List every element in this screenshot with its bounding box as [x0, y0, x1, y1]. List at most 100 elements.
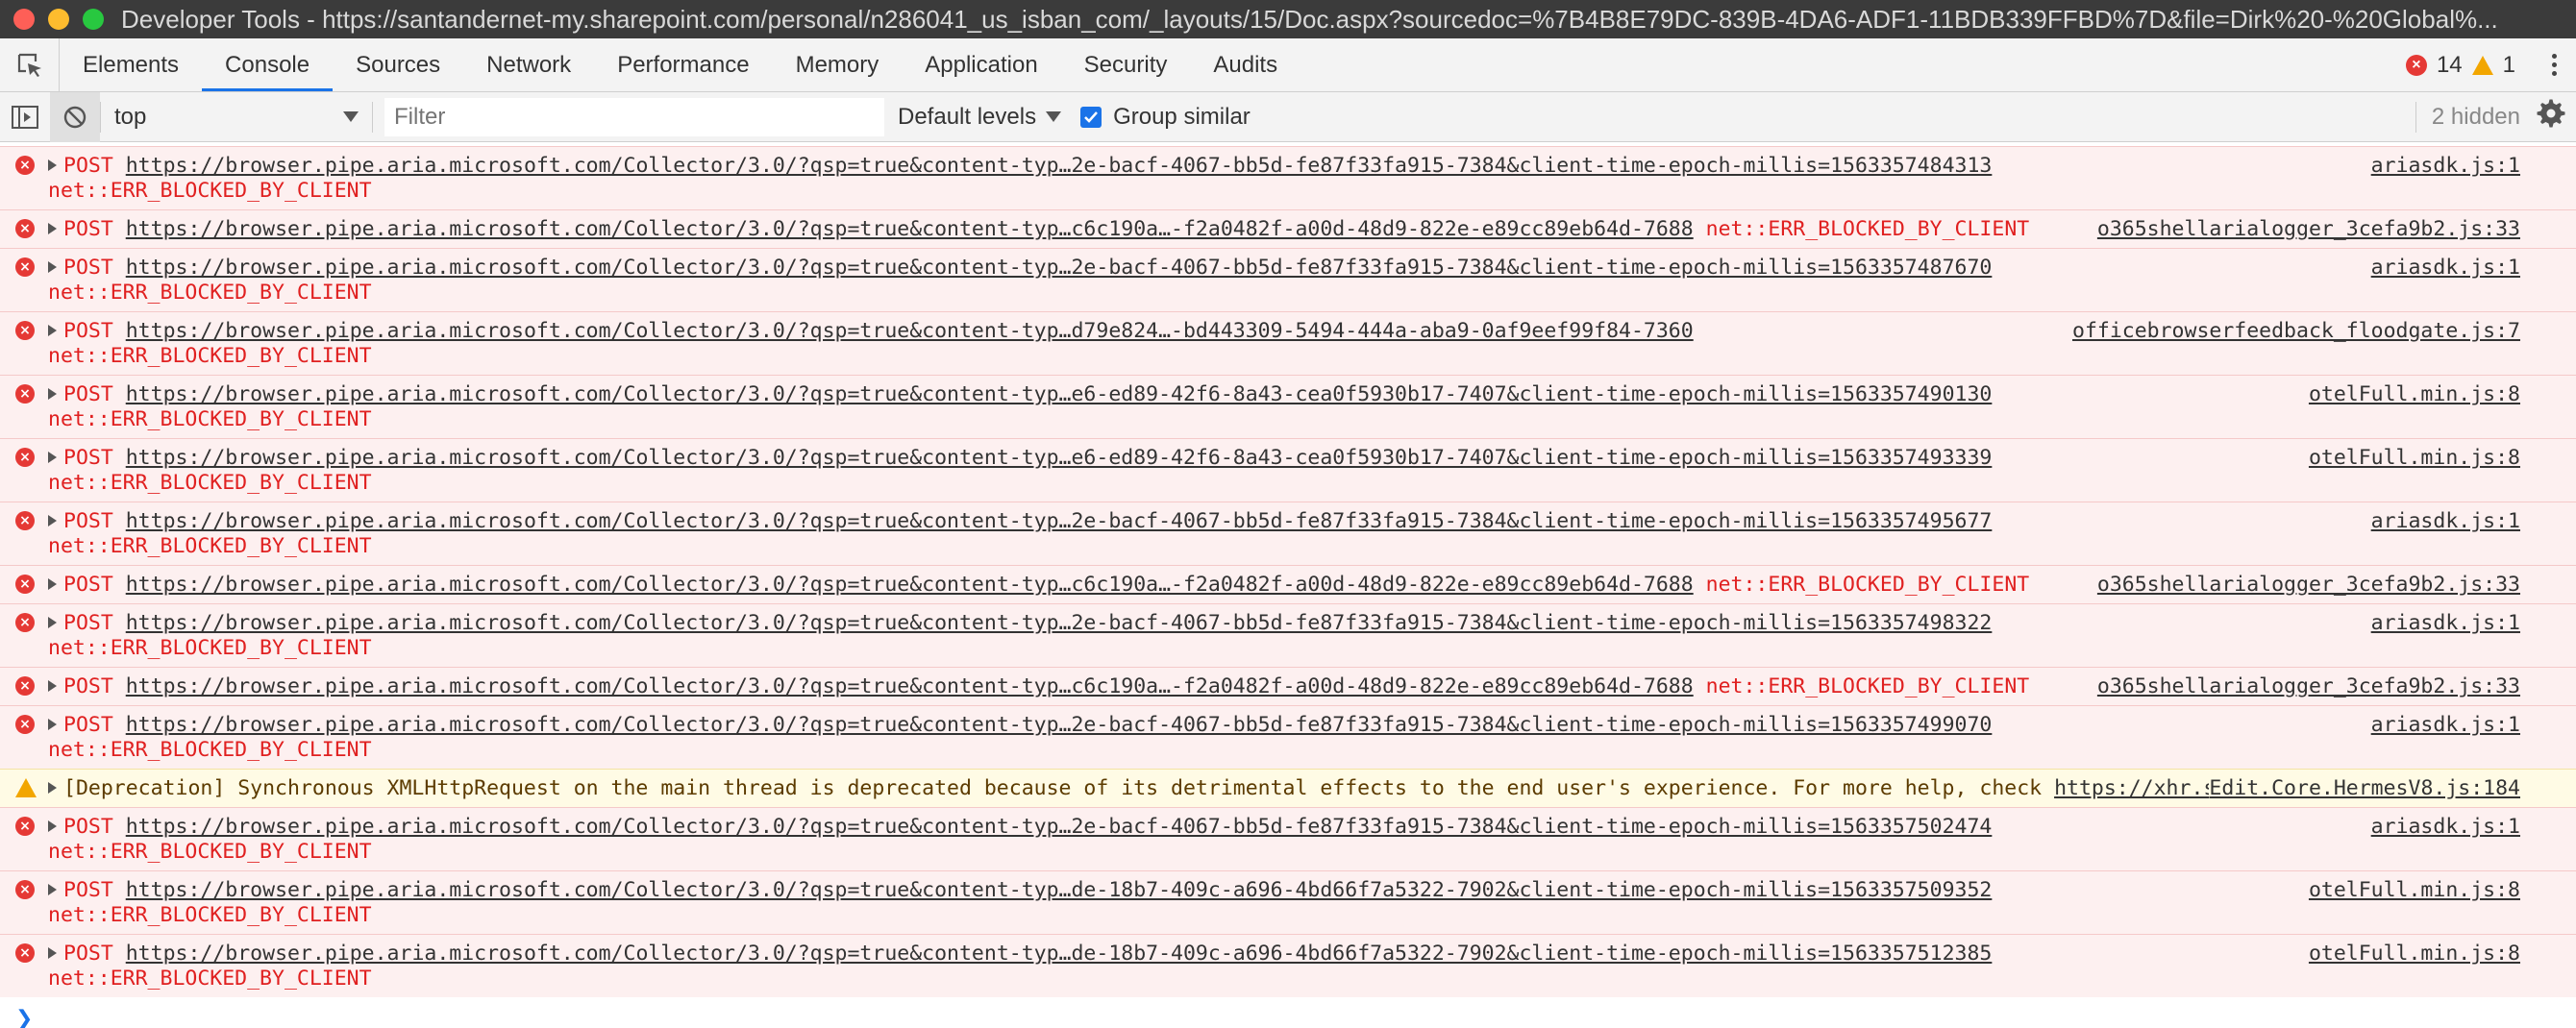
error-icon: × — [15, 321, 35, 340]
log-levels-dropdown[interactable]: Default levels — [898, 104, 1062, 131]
request-url-link[interactable]: https://browser.pipe.aria.microsoft.com/… — [126, 217, 1694, 241]
sidebar-toggle-icon[interactable] — [0, 92, 50, 142]
request-method: POST — [63, 815, 113, 839]
expand-triangle-icon[interactable] — [48, 947, 57, 959]
source-link[interactable]: otelFull.min.js:8 — [2308, 878, 2520, 903]
chevron-down-icon — [343, 111, 359, 122]
request-method: POST — [63, 509, 113, 533]
expand-triangle-icon[interactable] — [48, 617, 57, 628]
console-error-message[interactable]: × POST https://browser.pipe.aria.microsof… — [0, 934, 2576, 997]
window-titlebar: Developer Tools - https://santandernet-m… — [0, 0, 2576, 38]
hidden-count: 2 hidden — [2431, 103, 2520, 130]
source-link[interactable]: ariasdk.js:1 — [2370, 815, 2520, 840]
tab-audits[interactable]: Audits — [1190, 38, 1300, 91]
request-url-link[interactable]: https://browser.pipe.aria.microsoft.com/… — [126, 319, 1694, 343]
request-url-link[interactable]: https://browser.pipe.aria.microsoft.com/… — [126, 573, 1694, 597]
source-link[interactable]: ariasdk.js:1 — [2370, 713, 2520, 738]
source-link[interactable]: ariasdk.js:1 — [2370, 256, 2520, 281]
expand-triangle-icon[interactable] — [48, 452, 57, 463]
source-link[interactable]: otelFull.min.js:8 — [2308, 446, 2520, 471]
expand-triangle-icon[interactable] — [48, 680, 57, 692]
console-error-message[interactable]: × POST https://browser.pipe.aria.microsof… — [0, 311, 2576, 375]
source-link[interactable]: Edit.Core.HermesV8.js:184 — [2209, 776, 2520, 801]
window-controls — [13, 9, 104, 30]
request-method: POST — [63, 942, 113, 966]
tab-memory[interactable]: Memory — [773, 38, 903, 91]
request-method: POST — [63, 319, 113, 343]
request-url-link[interactable]: https://browser.pipe.aria.microsoft.com/… — [126, 878, 1993, 902]
request-url-link[interactable]: https://browser.pipe.aria.microsoft.com/… — [126, 713, 1993, 737]
console-error-message[interactable]: × POST https://browser.pipe.aria.microsof… — [0, 146, 2576, 209]
console-error-message[interactable]: × POST https://browser.pipe.aria.microsof… — [0, 565, 2576, 603]
expand-triangle-icon[interactable] — [48, 261, 57, 273]
tab-console[interactable]: Console — [202, 38, 334, 91]
source-link[interactable]: ariasdk.js:1 — [2370, 509, 2520, 534]
console-error-message[interactable]: × POST https://browser.pipe.aria.microsof… — [0, 248, 2576, 311]
request-method: POST — [63, 674, 113, 698]
console-error-message[interactable]: × POST https://browser.pipe.aria.microsof… — [0, 870, 2576, 934]
request-url-link[interactable]: https://browser.pipe.aria.microsoft.com/… — [126, 942, 1993, 966]
group-similar-checkbox[interactable] — [1080, 106, 1102, 128]
error-reason: net::ERR_BLOCKED_BY_CLIENT — [48, 281, 372, 305]
expand-triangle-icon[interactable] — [48, 515, 57, 526]
source-link[interactable]: o365shellarialogger_3cefa9b2.js:33 — [2096, 674, 2520, 699]
context-selector[interactable]: top — [101, 98, 372, 136]
request-url-link[interactable]: https://browser.pipe.aria.microsoft.com/… — [126, 815, 1993, 839]
tab-application[interactable]: Application — [902, 38, 1060, 91]
request-url-link[interactable]: https://browser.pipe.aria.microsoft.com/… — [126, 256, 1993, 280]
minimize-window-button[interactable] — [48, 9, 69, 30]
tab-security[interactable]: Security — [1061, 38, 1191, 91]
source-link[interactable]: otelFull.min.js:8 — [2308, 942, 2520, 967]
inspect-element-icon[interactable] — [0, 38, 60, 91]
tab-network[interactable]: Network — [463, 38, 594, 91]
request-url-link[interactable]: https://browser.pipe.aria.microsoft.com/… — [126, 446, 1993, 470]
error-icon: × — [15, 613, 35, 632]
console-error-message[interactable]: × POST https://browser.pipe.aria.microsof… — [0, 209, 2576, 248]
expand-triangle-icon[interactable] — [48, 820, 57, 832]
request-url-link[interactable]: https://browser.pipe.aria.microsoft.com/… — [126, 509, 1993, 533]
gear-icon[interactable] — [2536, 98, 2566, 135]
kebab-menu-icon[interactable] — [2552, 54, 2557, 76]
expand-triangle-icon[interactable] — [48, 884, 57, 895]
error-count: 14 — [2436, 51, 2463, 78]
console-warning-message[interactable]: [Deprecation] Synchronous XMLHttpRequest… — [0, 769, 2576, 807]
source-link[interactable]: otelFull.min.js:8 — [2308, 382, 2520, 407]
console-error-message[interactable]: × POST https://browser.pipe.aria.microsof… — [0, 502, 2576, 565]
expand-triangle-icon[interactable] — [48, 719, 57, 730]
error-icon: × — [15, 715, 35, 734]
console-error-message[interactable]: × POST https://browser.pipe.aria.microsof… — [0, 375, 2576, 438]
request-url-link[interactable]: https://browser.pipe.aria.microsoft.com/… — [126, 674, 1694, 698]
source-link[interactable]: o365shellarialogger_3cefa9b2.js:33 — [2096, 573, 2520, 598]
filter-input[interactable] — [384, 97, 884, 136]
maximize-window-button[interactable] — [83, 9, 104, 30]
error-reason: net::ERR_BLOCKED_BY_CLIENT — [48, 738, 372, 762]
tab-sources[interactable]: Sources — [333, 38, 463, 91]
tab-elements[interactable]: Elements — [60, 38, 202, 91]
console-error-message[interactable]: × POST https://browser.pipe.aria.microsof… — [0, 667, 2576, 705]
source-link[interactable]: ariasdk.js:1 — [2370, 154, 2520, 179]
source-link[interactable]: ariasdk.js:1 — [2370, 611, 2520, 636]
request-url-link[interactable]: https://browser.pipe.aria.microsoft.com/… — [126, 154, 1993, 178]
status-counters[interactable]: × 14 1 — [2405, 38, 2576, 91]
toolbar-divider — [2415, 101, 2416, 133]
expand-triangle-icon[interactable] — [48, 782, 57, 794]
source-link[interactable]: o365shellarialogger_3cefa9b2.js:33 — [2096, 217, 2520, 242]
console-error-message[interactable]: × POST https://browser.pipe.aria.microsof… — [0, 807, 2576, 870]
console-error-message[interactable]: × POST https://browser.pipe.aria.microsof… — [0, 705, 2576, 769]
tab-performance[interactable]: Performance — [594, 38, 772, 91]
toolbar-right: 2 hidden — [2415, 98, 2576, 135]
close-window-button[interactable] — [13, 9, 35, 30]
error-icon: × — [15, 676, 35, 696]
request-url-link[interactable]: https://browser.pipe.aria.microsoft.com/… — [126, 611, 1993, 635]
console-error-message[interactable]: × POST https://browser.pipe.aria.microsof… — [0, 438, 2576, 502]
request-url-link[interactable]: https://browser.pipe.aria.microsoft.com/… — [126, 382, 1993, 406]
clear-console-icon[interactable] — [50, 91, 100, 142]
console-error-message[interactable]: × POST https://browser.pipe.aria.microsof… — [0, 603, 2576, 667]
expand-triangle-icon[interactable] — [48, 159, 57, 171]
expand-triangle-icon[interactable] — [48, 223, 57, 234]
expand-triangle-icon[interactable] — [48, 578, 57, 590]
source-link[interactable]: officebrowserfeedback_floodgate.js:7 — [2072, 319, 2520, 344]
expand-triangle-icon[interactable] — [48, 325, 57, 336]
console-prompt-icon[interactable]: ❯ — [0, 997, 2576, 1028]
expand-triangle-icon[interactable] — [48, 388, 57, 400]
